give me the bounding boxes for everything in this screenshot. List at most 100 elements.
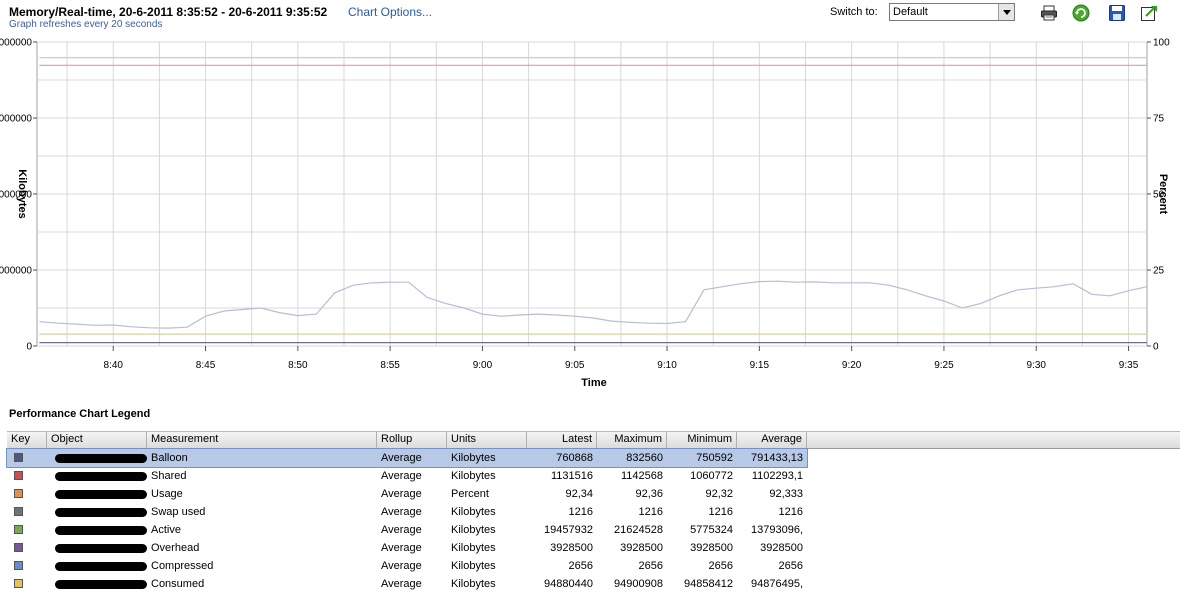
legend-maximum: 92,36 [635,488,663,500]
legend-units: Kilobytes [451,470,496,482]
legend-key-swatch [14,579,23,588]
legend-key-swatch [14,489,23,498]
legend-minimum: 750592 [696,452,733,464]
y-axis-left-label: Kilobytes [16,169,28,219]
x-tick-label: 9:20 [842,360,862,371]
legend-measurement: Compressed [151,560,214,572]
legend-table: Key Object Measurement Rollup Units Late… [6,431,1180,593]
y-right-tick-label: 100 [1153,38,1170,49]
export-icon[interactable] [1140,4,1158,22]
legend-units: Percent [451,488,489,500]
x-tick-label: 8:55 [380,360,400,371]
legend-latest: 92,34 [565,488,593,500]
legend-row[interactable]: Consumed Average Kilobytes 94880440 94900908… [7,575,1180,593]
legend-measurement: Shared [151,470,187,482]
switch-to-select[interactable]: Default [889,3,1015,21]
x-axis: 8:40 8:45 8:50 8:55 9:00 9:05 9:10 9:15 9:20 9:25… [104,346,1139,371]
y-left-tick-label: 100000000 [0,38,32,49]
column-units[interactable]: Units [447,432,527,448]
y-left-tick-label: 25000000 [0,266,32,277]
save-icon[interactable] [1108,4,1126,22]
legend-row[interactable]: Usage Average Percent 92,34 92,36 92,32 92,333 [7,485,1180,503]
refresh-note: Graph refreshes every 20 seconds [9,19,163,30]
legend-row[interactable]: Balloon Average Kilobytes 760868 832560 75059… [6,448,808,468]
legend-minimum: 5775324 [690,524,733,536]
legend-row[interactable]: Swap used Average Kilobytes 1216 1216 1216 121… [7,503,1180,521]
chart-options-link[interactable]: Chart Options... [348,5,432,19]
legend-minimum: 92,32 [705,488,733,500]
legend-measurement: Active [151,524,181,536]
legend-measurement: Balloon [151,452,188,464]
legend-measurement: Swap used [151,506,206,518]
legend-latest: 19457932 [544,524,593,536]
refresh-icon[interactable] [1072,4,1090,22]
legend-average: 94876495, [751,578,803,590]
redacted-object [55,508,147,517]
column-latest[interactable]: Latest [527,432,597,448]
redacted-object [55,490,147,499]
legend-key-swatch [14,507,23,516]
y-axis-right-label: Percent [1157,174,1169,215]
legend-rollup: Average [381,524,422,536]
legend-row[interactable]: Compressed Average Kilobytes 2656 2656 2656 26… [7,557,1180,575]
column-maximum[interactable]: Maximum [597,432,667,448]
column-object[interactable]: Object [47,432,147,448]
switch-to-label: Switch to: [830,6,878,18]
legend-maximum: 1216 [638,506,663,518]
legend-average: 791433,13 [751,452,803,464]
legend-row[interactable]: Shared Average Kilobytes 1131516 1142568 1060… [7,467,1180,485]
y-left-tick-label: 75000000 [0,114,32,125]
legend-key-swatch [14,471,23,480]
legend-row[interactable]: Overhead Average Kilobytes 3928500 3928500 39… [7,539,1180,557]
legend-measurement: Consumed [151,578,205,590]
legend-maximum: 21624528 [614,524,663,536]
x-axis-label: Time [581,377,606,389]
x-tick-label: 9:25 [934,360,954,371]
legend-rollup: Average [381,452,422,464]
legend-latest: 94880440 [544,578,593,590]
column-key[interactable]: Key [7,432,47,448]
legend-rollup: Average [381,578,422,590]
column-measurement[interactable]: Measurement [147,432,377,448]
legend-minimum: 1216 [708,506,733,518]
redacted-object [55,544,147,553]
legend-average: 13793096, [751,524,803,536]
redacted-object [55,472,147,481]
legend-latest: 1216 [568,506,593,518]
chevron-down-icon[interactable] [998,4,1014,20]
legend-measurement: Overhead [151,542,200,554]
legend-maximum: 3928500 [620,542,663,554]
legend-key-swatch [14,561,23,570]
x-tick-label: 9:00 [473,360,493,371]
legend-minimum: 2656 [708,560,733,572]
redacted-object [55,580,147,589]
column-minimum[interactable]: Minimum [667,432,737,448]
x-tick-label: 9:35 [1119,360,1139,371]
column-rollup[interactable]: Rollup [377,432,447,448]
y-right-tick-label: 0 [1153,342,1159,353]
legend-title: Performance Chart Legend [9,408,151,420]
legend-maximum: 2656 [638,560,663,572]
legend-average: 92,333 [769,488,803,500]
legend-minimum: 1060772 [690,470,733,482]
legend-maximum: 94900908 [614,578,663,590]
legend-row[interactable]: Active Average Kilobytes 19457932 21624528 57… [7,521,1180,539]
switch-to-value: Default [893,6,928,18]
y-right-tick-label: 75 [1153,114,1165,125]
legend-units: Kilobytes [451,560,496,572]
legend-minimum: 3928500 [690,542,733,554]
redacted-object [55,454,147,463]
x-tick-label: 9:05 [565,360,585,371]
legend-average: 1102293,1 [751,470,803,482]
redacted-object [55,562,147,571]
legend-rows: Balloon Average Kilobytes 760868 832560 75059… [6,448,1180,593]
column-average[interactable]: Average [737,432,807,448]
x-tick-label: 8:45 [196,360,216,371]
x-tick-label: 8:50 [288,360,308,371]
x-tick-label: 9:30 [1027,360,1047,371]
legend-latest: 3928500 [550,542,593,554]
printer-icon[interactable] [1040,4,1058,22]
x-tick-label: 9:15 [750,360,770,371]
legend-key-swatch [14,543,23,552]
y-left-tick-label: 0 [26,342,32,353]
